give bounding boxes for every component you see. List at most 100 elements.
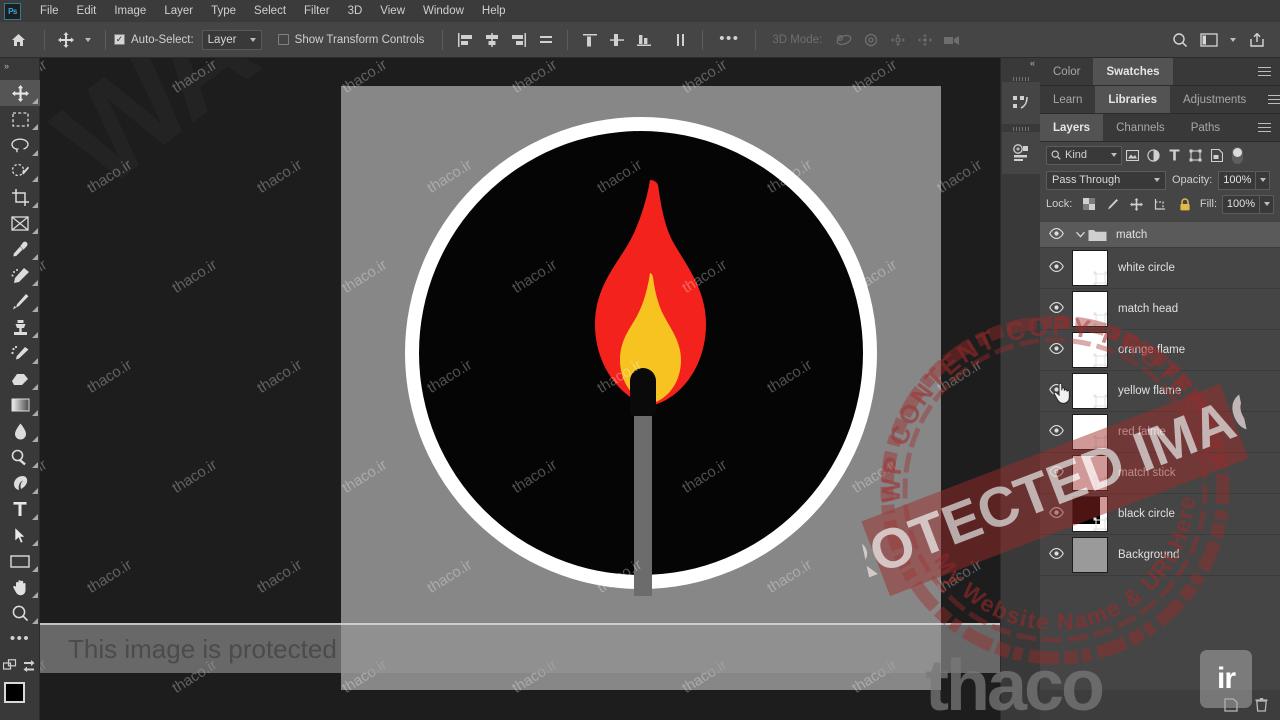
- lock-artboard-nesting-icon[interactable]: [1151, 195, 1170, 213]
- show-transform-controls-checkbox[interactable]: Show Transform Controls: [277, 34, 424, 46]
- lock-image-pixels-icon[interactable]: [1103, 195, 1122, 213]
- menu-item-file[interactable]: File: [31, 2, 68, 20]
- menu-item-window[interactable]: Window: [414, 2, 473, 20]
- opacity-stepper[interactable]: [1256, 170, 1271, 190]
- marquee-tool[interactable]: [0, 106, 40, 132]
- properties-panel-icon[interactable]: [1001, 132, 1040, 174]
- menu-item-view[interactable]: View: [371, 2, 414, 20]
- pen-tool[interactable]: [0, 470, 40, 496]
- layer-row[interactable]: white circle: [1040, 248, 1280, 289]
- menu-item-help[interactable]: Help: [473, 2, 515, 20]
- tab-adjustments[interactable]: Adjustments: [1170, 86, 1260, 113]
- distribute-horizontal-icon[interactable]: [532, 29, 559, 51]
- smart-object-filter-icon[interactable]: [1206, 145, 1227, 165]
- align-horizontal-center-icon[interactable]: [478, 29, 505, 51]
- adjustment-layer-filter-icon[interactable]: [1143, 145, 1164, 165]
- layer-visibility-toggle[interactable]: [1040, 248, 1072, 288]
- frame-tool[interactable]: [0, 210, 40, 236]
- canvas-area[interactable]: WA thaco.ir thaco.ir thaco.ir thaco.ir thaco…: [40, 58, 1000, 720]
- layer-row[interactable]: yellow flame: [1040, 371, 1280, 412]
- chevron-down-icon[interactable]: [1072, 231, 1088, 238]
- layer-thumbnail[interactable]: [1072, 291, 1108, 327]
- layer-row[interactable]: match stick: [1040, 453, 1280, 494]
- fill-stepper[interactable]: [1260, 194, 1274, 214]
- menu-item-image[interactable]: Image: [105, 2, 155, 20]
- eyedropper-tool[interactable]: [0, 236, 40, 262]
- delete-layer-icon[interactable]: [1252, 696, 1270, 714]
- tab-layers[interactable]: Layers: [1040, 114, 1104, 141]
- tab-libraries[interactable]: Libraries: [1095, 86, 1170, 113]
- clone-stamp-tool[interactable]: [0, 314, 40, 340]
- menu-item-layer[interactable]: Layer: [155, 2, 202, 20]
- pixel-layer-filter-icon[interactable]: [1122, 145, 1143, 165]
- chevron-down-icon[interactable]: [1225, 37, 1241, 42]
- align-vertical-center-icon[interactable]: [603, 29, 630, 51]
- home-icon[interactable]: [0, 33, 36, 47]
- workspace-icon[interactable]: [1196, 32, 1222, 47]
- blur-tool[interactable]: [0, 418, 40, 444]
- pan-3d-icon[interactable]: [884, 29, 911, 51]
- layer-thumbnail[interactable]: [1072, 455, 1108, 491]
- layer-row[interactable]: red falme: [1040, 412, 1280, 453]
- layer-thumbnail[interactable]: [1072, 496, 1108, 532]
- layer-visibility-toggle[interactable]: [1040, 289, 1072, 329]
- layer-thumbnail[interactable]: [1072, 250, 1108, 286]
- move-tool[interactable]: [0, 80, 40, 106]
- eraser-tool[interactable]: [0, 366, 40, 392]
- tool-preset-chevron-icon[interactable]: [79, 37, 97, 42]
- menu-item-edit[interactable]: Edit: [68, 2, 106, 20]
- layer-thumbnail[interactable]: [1072, 332, 1108, 368]
- zoom-3d-icon[interactable]: [938, 29, 965, 51]
- layer-thumbnail[interactable]: [1072, 537, 1108, 573]
- blend-mode-dropdown[interactable]: Pass Through: [1046, 170, 1166, 190]
- layer-visibility-toggle[interactable]: [1040, 371, 1072, 411]
- more-options-button[interactable]: •••: [711, 31, 747, 46]
- tab-color[interactable]: Color: [1040, 58, 1094, 85]
- align-top-icon[interactable]: [576, 29, 603, 51]
- menu-item-select[interactable]: Select: [245, 2, 295, 20]
- search-icon[interactable]: [1167, 32, 1193, 48]
- share-icon[interactable]: [1244, 32, 1270, 48]
- rectangle-tool[interactable]: [0, 548, 40, 574]
- layer-row[interactable]: Background: [1040, 535, 1280, 576]
- menu-item-filter[interactable]: Filter: [295, 2, 339, 20]
- layer-row[interactable]: match head: [1040, 289, 1280, 330]
- layer-visibility-toggle[interactable]: [1040, 222, 1072, 247]
- roll-3d-icon[interactable]: [857, 29, 884, 51]
- gradient-tool[interactable]: [0, 392, 40, 418]
- menu-item-3d[interactable]: 3D: [339, 2, 372, 20]
- align-bottom-icon[interactable]: [630, 29, 657, 51]
- type-tool[interactable]: [0, 496, 40, 522]
- fill-value[interactable]: 100%: [1222, 194, 1260, 214]
- quick-selection-tool[interactable]: [0, 158, 40, 184]
- hand-tool[interactable]: [0, 574, 40, 600]
- distribute-vertical-icon[interactable]: [667, 29, 694, 51]
- layer-row[interactable]: orange flame: [1040, 330, 1280, 371]
- align-left-icon[interactable]: [451, 29, 478, 51]
- crop-tool[interactable]: [0, 184, 40, 210]
- slide-3d-icon[interactable]: [911, 29, 938, 51]
- layer-visibility-toggle[interactable]: [1040, 535, 1072, 575]
- layer-row[interactable]: black circle: [1040, 494, 1280, 535]
- tab-channels[interactable]: Channels: [1103, 114, 1178, 141]
- toolbar-collapse-button[interactable]: »: [0, 58, 39, 74]
- layer-visibility-toggle[interactable]: [1040, 453, 1072, 493]
- type-layer-filter-icon[interactable]: [1164, 145, 1185, 165]
- shape-layer-filter-icon[interactable]: [1185, 145, 1206, 165]
- swap-colors-icon[interactable]: [20, 652, 40, 678]
- history-panel-icon[interactable]: [1001, 82, 1040, 124]
- layer-list[interactable]: match white circle match head orange flame y…: [1040, 222, 1280, 720]
- layer-kind-filter-dropdown[interactable]: Kind: [1046, 145, 1122, 165]
- rail-collapse-button[interactable]: «: [1001, 58, 1040, 74]
- zoom-tool[interactable]: [0, 600, 40, 626]
- tab-learn[interactable]: Learn: [1040, 86, 1096, 113]
- tab-paths[interactable]: Paths: [1177, 114, 1234, 141]
- filter-enable-toggle[interactable]: [1232, 146, 1243, 164]
- brush-tool[interactable]: [0, 288, 40, 314]
- layer-thumbnail[interactable]: [1072, 373, 1108, 409]
- healing-brush-tool[interactable]: [0, 262, 40, 288]
- new-layer-icon[interactable]: [1222, 696, 1240, 714]
- move-tool-icon[interactable]: [53, 31, 79, 48]
- edit-toolbar-icon[interactable]: [0, 652, 20, 678]
- lock-all-icon[interactable]: [1175, 195, 1194, 213]
